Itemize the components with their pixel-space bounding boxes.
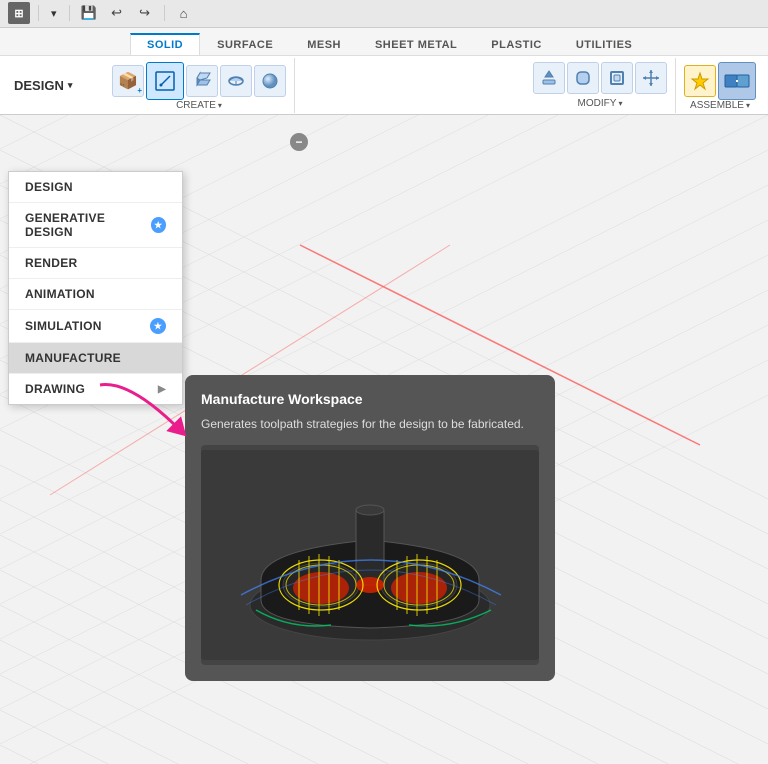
create-section: 📦 + [104,58,295,113]
tooltip-description: Generates toolpath strategies for the de… [201,415,539,433]
extrude-btn[interactable] [186,65,218,97]
create-label[interactable]: CREATE ▾ [176,100,222,111]
fillet-btn[interactable] [567,62,599,94]
separator2 [69,5,70,21]
separator3 [164,5,165,21]
menu-item-animation[interactable]: ANIMATION [9,279,182,309]
tab-sheetmetal[interactable]: SHEET METAL [358,34,474,55]
joint-btn[interactable] [718,62,756,100]
toolbar: ⊞ ▾ 💾 ↩ ↪ ⌂ SOLID SURFACE MESH SHEET MET… [0,0,768,115]
modify-caret: ▾ [618,99,622,108]
save-btn[interactable]: 💾 [78,2,100,24]
separator [38,5,39,21]
modify-label[interactable]: MODIFY ▾ [578,98,623,109]
home-btn[interactable]: ⌂ [173,2,195,24]
undo-btn[interactable]: ↩ [106,2,128,24]
assemble-special-btn[interactable] [684,65,716,97]
create-tools: 📦 + [112,62,286,100]
file-menu-btn[interactable]: ▾ [47,5,61,22]
menu-item-simulation[interactable]: SIMULATION ★ [9,310,182,342]
ribbon: DESIGN ▾ 📦 + [0,55,768,114]
modify-tools [533,62,667,94]
press-pull-btn[interactable] [533,62,565,94]
workspace-dropdown: DESIGN GENERATIVE DESIGN ★ RENDER ANIMAT… [8,171,183,405]
assemble-section: ASSEMBLE ▾ [676,58,764,113]
sketch-btn[interactable] [146,62,184,100]
drawing-arrow: ▶ [158,384,166,395]
tab-utilities[interactable]: UTILITIES [559,34,649,55]
redo-btn[interactable]: ↪ [134,2,156,24]
tab-plastic[interactable]: PLASTIC [474,34,559,55]
menu-item-manufacture[interactable]: MANUFACTURE [9,343,182,373]
design-caret: ▾ [68,80,73,91]
new-component-btn[interactable]: 📦 + [112,65,144,97]
modify-section: MODIFY ▾ [525,58,676,113]
menu-item-generative-design[interactable]: GENERATIVE DESIGN ★ [9,203,182,247]
tab-surface[interactable]: SURFACE [200,34,290,55]
design-workspace-btn[interactable]: DESIGN ▾ [4,74,104,97]
create-caret: ▾ [218,101,222,110]
sphere-btn[interactable] [254,65,286,97]
menu-item-design[interactable]: DESIGN [9,172,182,202]
menu-item-drawing[interactable]: DRAWING ▶ [9,374,182,404]
simulation-badge: ★ [150,318,166,334]
assemble-label[interactable]: ASSEMBLE ▾ [690,100,750,111]
manufacture-tooltip: Manufacture Workspace Generates toolpath… [185,375,555,681]
manufacture-preview-image [201,445,539,665]
view-badge[interactable]: − [290,133,308,151]
tab-mesh[interactable]: MESH [290,34,358,55]
generative-design-badge: ★ [151,217,166,233]
menu-item-render[interactable]: RENDER [9,248,182,278]
tab-solid[interactable]: SOLID [130,33,200,55]
revolve-btn[interactable] [220,65,252,97]
top-bar: ⊞ ▾ 💾 ↩ ↪ ⌂ [0,0,768,28]
main-canvas-area: − DESIGN GENERATIVE DESIGN ★ RENDER ANIM… [0,115,768,764]
shell-btn[interactable] [601,62,633,94]
design-label: DESIGN [14,78,64,93]
tab-bar: SOLID SURFACE MESH SHEET METAL PLASTIC U… [0,28,768,56]
assemble-caret: ▾ [746,101,750,110]
app-icon[interactable]: ⊞ [8,2,30,24]
assemble-tools [684,62,756,100]
move-btn[interactable] [635,62,667,94]
tooltip-title: Manufacture Workspace [201,391,539,407]
